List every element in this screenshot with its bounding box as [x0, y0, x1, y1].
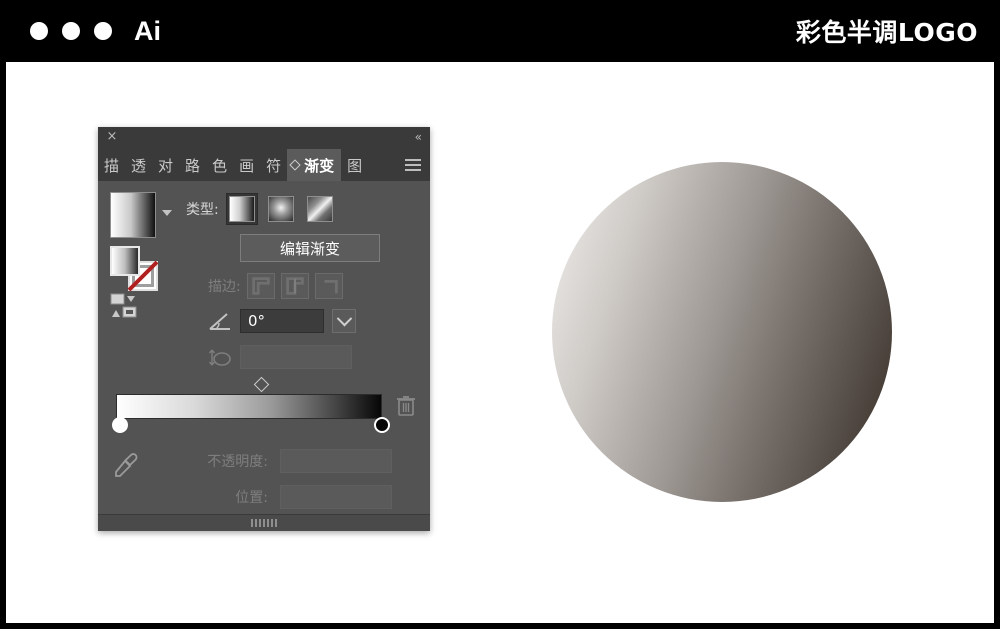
gradient-angle-dropdown[interactable] — [332, 309, 356, 333]
tab-layers[interactable]: 图 — [341, 149, 362, 181]
minimize-window-button[interactable] — [62, 22, 80, 40]
tab-label: 路 — [185, 156, 201, 175]
panel-footer — [98, 514, 430, 531]
gradient-aspect-ratio-input — [240, 345, 352, 369]
collapse-panel-icon[interactable]: « — [415, 130, 422, 144]
panel-tab-strip[interactable]: 描 透 对 路 色 画 符 渐变 图 — [98, 149, 430, 181]
gradient-location-input — [280, 485, 392, 509]
gradient-angle-row: 0° — [208, 309, 356, 333]
panel-body: 类型: 编辑渐变 描边: 0° 不透明度: 位置: — [98, 181, 430, 531]
tab-label: 符 — [266, 156, 282, 175]
app-logo-text: Ai — [134, 15, 161, 46]
radial-gradient-icon — [267, 196, 294, 222]
gradient-location-row: 位置: — [156, 485, 392, 509]
chevron-down-icon[interactable] — [162, 210, 172, 216]
linear-gradient-button[interactable] — [225, 193, 258, 225]
gradient-aspect-ratio-row — [208, 345, 352, 369]
gradient-preview-swatch[interactable] — [110, 192, 156, 238]
linear-gradient-icon — [228, 196, 255, 222]
opacity-label: 不透明度: — [207, 454, 268, 470]
tab-transparency[interactable]: 透 — [125, 149, 153, 181]
gradient-opacity-row: 不透明度: — [156, 449, 392, 473]
tab-pathfinder[interactable]: 路 — [179, 149, 207, 181]
freeform-gradient-button[interactable] — [304, 193, 336, 225]
gradient-type-row: 类型: — [186, 193, 336, 225]
tab-label: 渐变 — [304, 156, 335, 175]
tab-align[interactable]: 对 — [152, 149, 180, 181]
stroke-align-start-icon[interactable] — [246, 273, 275, 299]
tab-label: 透 — [131, 156, 147, 175]
window-controls — [30, 22, 112, 40]
gradient-stop-slider[interactable] — [112, 376, 415, 437]
tab-label: 对 — [158, 156, 174, 175]
tab-label: 色 — [212, 156, 228, 175]
freeform-gradient-icon — [306, 196, 333, 222]
stroke-alignment-row: 描边: — [208, 273, 343, 299]
tab-color[interactable]: 色 — [206, 149, 234, 181]
gradient-midpoint-handle[interactable] — [253, 376, 270, 393]
tab-label: 描 — [104, 156, 120, 175]
fill-swatch[interactable] — [110, 246, 140, 276]
radial-gradient-button[interactable] — [265, 193, 297, 225]
type-label: 类型: — [186, 202, 219, 218]
gradient-panel[interactable]: × « 描 透 对 路 色 画 符 渐变 图 类型: 编辑渐变 描边: 0° 不… — [98, 127, 430, 531]
eyedropper-icon[interactable] — [112, 451, 140, 479]
stroke-align-center-icon[interactable] — [280, 273, 309, 299]
stroke-align-end-icon[interactable] — [314, 273, 343, 299]
gradient-sphere-artwork[interactable] — [552, 162, 892, 502]
tab-stroke[interactable]: 描 — [98, 149, 126, 181]
close-icon[interactable]: × — [106, 130, 118, 143]
edit-gradient-button[interactable]: 编辑渐变 — [240, 234, 380, 262]
fill-stroke-toggle-icon[interactable] — [110, 293, 142, 319]
stroke-label: 描边: — [208, 279, 241, 295]
gradient-opacity-input — [280, 449, 392, 473]
gradient-ramp-track[interactable] — [116, 394, 382, 419]
chevron-down-icon — [336, 310, 352, 326]
close-window-button[interactable] — [30, 22, 48, 40]
gradient-tab-diamond-icon — [289, 159, 301, 171]
application-window: Ai 彩色半调LOGO × « 描 透 对 路 色 画 符 渐变 图 类型: 编… — [0, 0, 1000, 629]
gradient-stop-start[interactable] — [112, 417, 128, 433]
tab-gradient[interactable]: 渐变 — [287, 149, 342, 181]
tab-symbols[interactable]: 符 — [260, 149, 288, 181]
hamburger-menu-icon[interactable] — [396, 149, 430, 181]
aspect-ratio-icon — [208, 349, 231, 366]
gradient-angle-input[interactable]: 0° — [240, 309, 324, 333]
tab-label: 图 — [347, 156, 362, 175]
panel-header[interactable]: × « — [98, 127, 430, 149]
location-label: 位置: — [235, 490, 268, 506]
maximize-window-button[interactable] — [94, 22, 112, 40]
document-title: 彩色半调LOGO — [795, 18, 978, 47]
tab-label: 画 — [239, 156, 255, 175]
tab-brushes[interactable]: 画 — [233, 149, 261, 181]
resize-grip[interactable] — [251, 519, 277, 527]
gradient-stop-end[interactable] — [374, 417, 390, 433]
artboard-canvas[interactable]: × « 描 透 对 路 色 画 符 渐变 图 类型: 编辑渐变 描边: 0° 不… — [6, 62, 994, 623]
trash-icon[interactable] — [396, 395, 416, 417]
title-bar: Ai 彩色半调LOGO — [0, 0, 1000, 62]
angle-icon — [209, 313, 230, 330]
